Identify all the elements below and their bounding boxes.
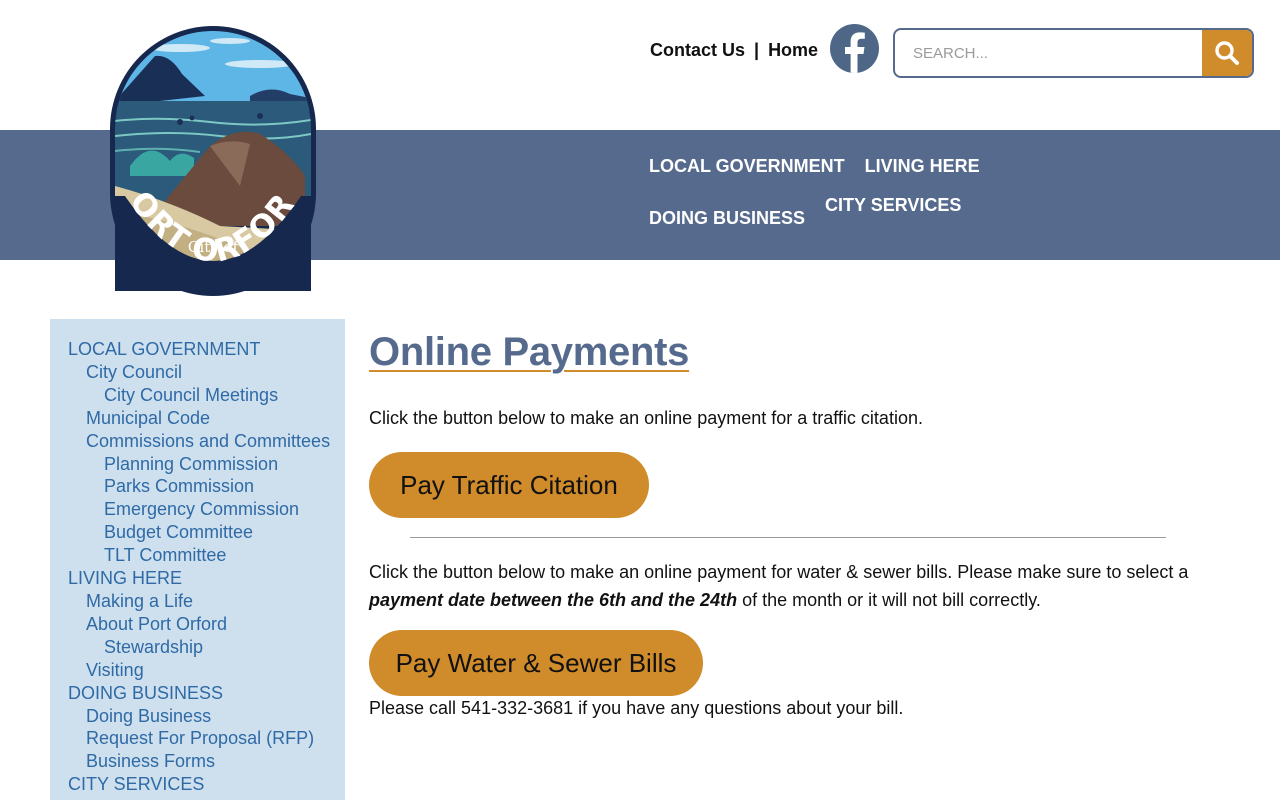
nav-city-services[interactable]: CITY SERVICES <box>825 182 961 234</box>
sidebar-item-visiting[interactable]: Visiting <box>68 659 345 682</box>
sidebar-item-city-council-meetings[interactable]: City Council Meetings <box>68 384 345 407</box>
pay-water-sewer-label: Pay Water & Sewer Bills <box>395 647 677 678</box>
sidebar-item-budget-committee[interactable]: Budget Committee <box>68 521 345 544</box>
sidebar-item-tlt-committee[interactable]: TLT Committee <box>68 544 345 567</box>
sidebar-item-business-forms[interactable]: Business Forms <box>68 750 345 773</box>
sidebar-item-living-here[interactable]: LIVING HERE <box>68 567 345 590</box>
water-intro-text: Click the button below to make an online… <box>369 558 1199 614</box>
sidebar-item-city-services[interactable]: CITY SERVICES <box>68 773 345 796</box>
sidebar-item-doing-business-sub[interactable]: Doing Business <box>68 705 345 728</box>
nav-living-here[interactable]: LIVING HERE <box>865 130 980 182</box>
page-title: Online Payments <box>369 330 690 374</box>
sidebar-item-commissions-committees[interactable]: Commissions and Committees <box>68 430 345 453</box>
sidebar-item-rfp[interactable]: Request For Proposal (RFP) <box>68 727 345 750</box>
search-icon <box>1215 41 1239 65</box>
sidebar-item-parks-commission[interactable]: Parks Commission <box>68 475 345 498</box>
sidebar-item-about-port-orford[interactable]: About Port Orford <box>68 613 345 636</box>
pay-traffic-citation-label: Pay Traffic Citation <box>400 469 618 500</box>
call-info-text: Please call 541-332-3681 if you have any… <box>369 698 904 718</box>
city-logo[interactable]: City of PORT ORFORD <box>97 0 316 296</box>
facebook-icon[interactable] <box>830 24 879 73</box>
sidebar-item-doing-business[interactable]: DOING BUSINESS <box>68 682 345 705</box>
sidebar-item-planning-commission[interactable]: Planning Commission <box>68 453 345 476</box>
contact-us-link[interactable]: Contact Us <box>650 40 745 61</box>
sidebar-item-local-government[interactable]: LOCAL GOVERNMENT <box>68 338 345 361</box>
pay-traffic-citation-button[interactable]: Pay Traffic Citation <box>369 452 649 518</box>
main-content: Online Payments Click the button below t… <box>369 330 1209 718</box>
home-link[interactable]: Home <box>768 40 818 61</box>
water-text-bold: payment date between the 6th and the 24t… <box>369 590 738 610</box>
sidebar-item-stewardship[interactable]: Stewardship <box>68 636 345 659</box>
pay-water-sewer-button[interactable]: Pay Water & Sewer Bills <box>369 630 703 696</box>
search-input[interactable] <box>895 30 1202 76</box>
nav-local-government[interactable]: LOCAL GOVERNMENT <box>649 130 845 182</box>
traffic-intro-text: Click the button below to make an online… <box>369 408 923 428</box>
sidebar: LOCAL GOVERNMENT City Council City Counc… <box>50 319 345 800</box>
search-box <box>893 28 1254 78</box>
sidebar-item-making-a-life[interactable]: Making a Life <box>68 590 345 613</box>
main-nav: LOCAL GOVERNMENT LIVING HERE DOING BUSIN… <box>649 130 1169 234</box>
header-links: Contact Us | Home <box>650 40 818 61</box>
water-text-after: of the month or it will not bill correct… <box>737 590 1041 610</box>
sidebar-item-emergency-commission[interactable]: Emergency Commission <box>68 498 345 521</box>
search-button[interactable] <box>1202 30 1252 76</box>
water-text-before: Click the button below to make an online… <box>369 562 1189 582</box>
header-separator: | <box>754 40 760 60</box>
sidebar-item-city-council[interactable]: City Council <box>68 361 345 384</box>
sidebar-item-municipal-code[interactable]: Municipal Code <box>68 407 345 430</box>
nav-doing-business[interactable]: DOING BUSINESS <box>649 182 805 234</box>
divider <box>410 537 1166 538</box>
